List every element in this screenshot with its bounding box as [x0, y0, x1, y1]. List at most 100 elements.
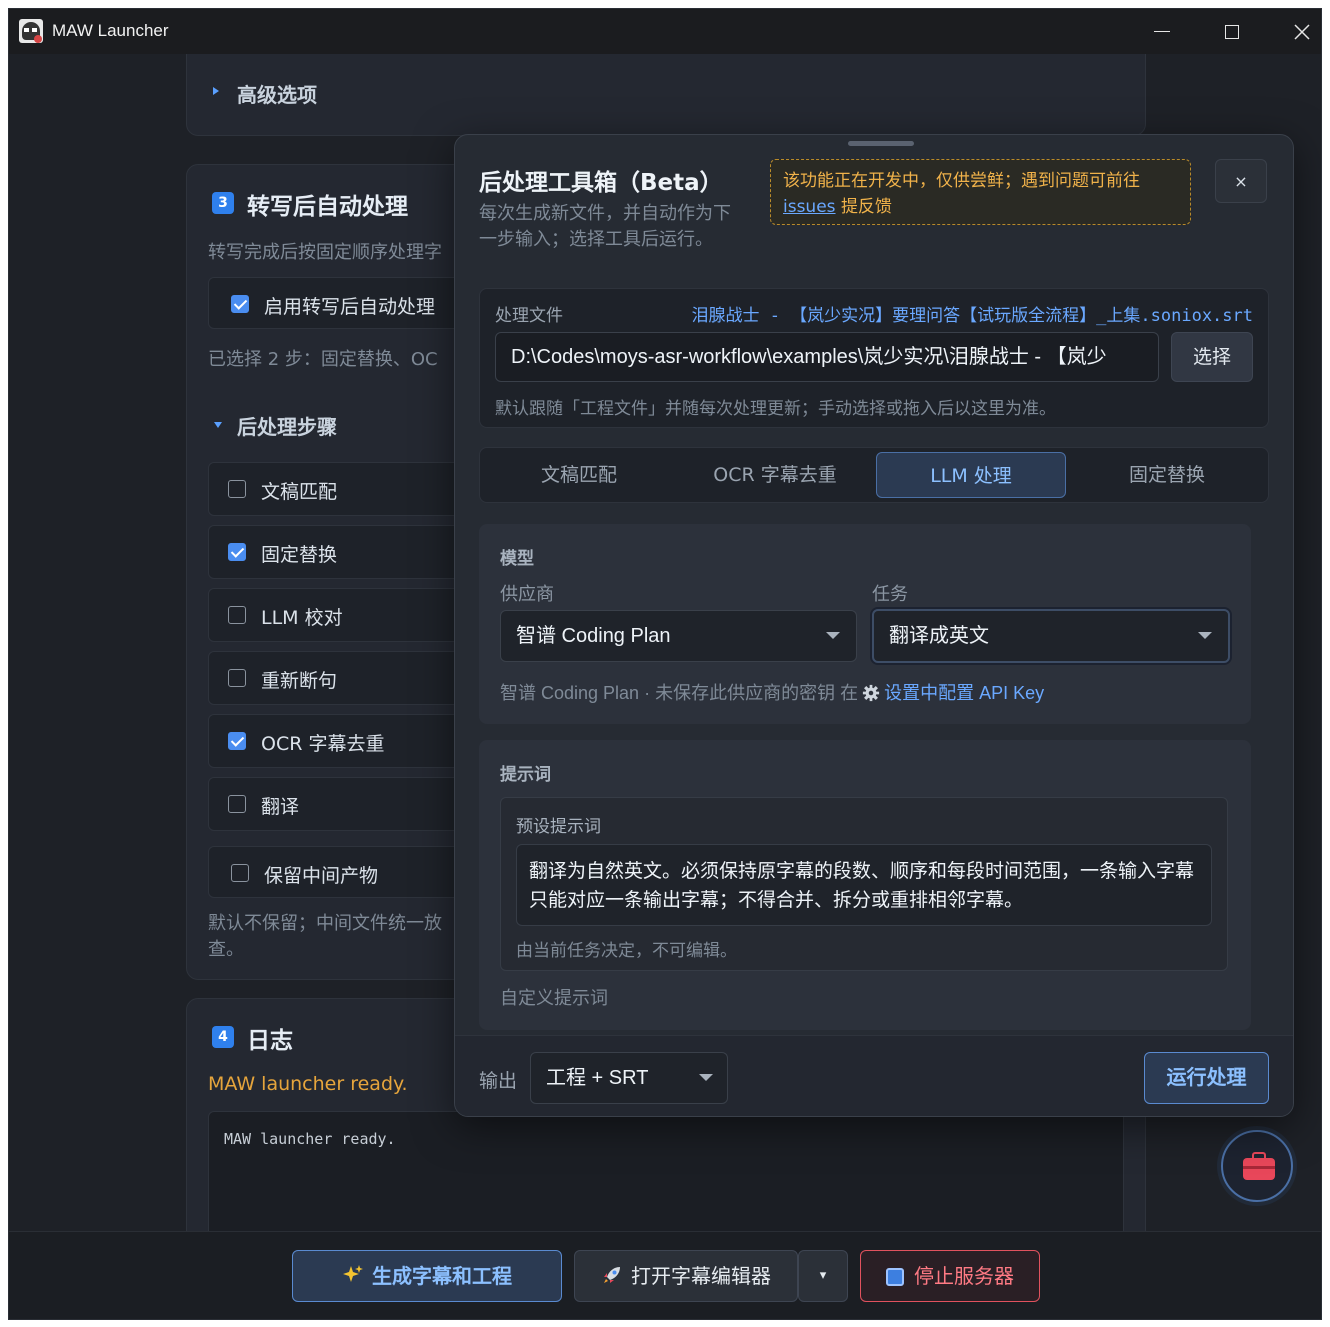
keep-intermediate-hint: 默认不保留；中间文件统一放 [208, 913, 442, 934]
file-section: 处理文件 泪腺战士 - 【岚少实况】要理问答【试玩版全流程】_上集.soniox… [479, 288, 1269, 428]
generate-subtitles-button[interactable]: 生成字幕和工程 [292, 1250, 562, 1302]
settings-api-key-link[interactable]: 设置中配置 API Key [884, 683, 1044, 703]
keep-intermediate-hint-cont: 查。 [208, 939, 244, 960]
keep-intermediate-label: 保留中间产物 [264, 865, 379, 887]
open-editor-dropdown[interactable]: ▾ [798, 1250, 848, 1302]
model-section-title: 模型 [500, 549, 534, 569]
minimize-icon [1154, 30, 1170, 33]
provider-label: 供应商 [500, 584, 554, 605]
preset-prompt-text: 翻译为自然英文。必须保持原字幕的段数、顺序和每段时间范围，一条输入字幕只能对应一… [516, 844, 1212, 926]
step-label: 重新断句 [261, 670, 338, 692]
checkbox-icon [228, 795, 246, 813]
checkbox-checked-icon [231, 295, 249, 313]
checkbox-icon [228, 606, 246, 624]
app-logo-icon [19, 19, 43, 43]
step-item[interactable]: OCR 字幕去重 [208, 714, 488, 768]
rocket-icon [604, 1267, 620, 1283]
choose-file-button[interactable]: 选择 [1171, 332, 1253, 382]
minimize-button[interactable] [1127, 9, 1197, 54]
model-section: 模型 供应商 任务 智谱 Coding Plan 翻译成英文 智谱 Coding… [479, 524, 1251, 724]
gear-icon [862, 684, 880, 702]
generate-subtitles-label: 生成字幕和工程 [372, 1264, 512, 1288]
step-label: LLM 校对 [261, 607, 343, 629]
tab-llm-process[interactable]: LLM 处理 [876, 452, 1066, 498]
step-label: 文稿匹配 [261, 481, 338, 503]
close-icon [1294, 23, 1310, 40]
close-icon: × [1234, 172, 1248, 191]
step-item[interactable]: 重新断句 [208, 651, 488, 705]
checkbox-checked-icon [228, 543, 246, 561]
tab-ocr-dedupe[interactable]: OCR 字幕去重 [680, 452, 870, 498]
panel-footer: 输出 工程 + SRT 运行处理 [455, 1035, 1293, 1116]
log-title: 日志 [247, 1028, 293, 1054]
output-value: 工程 + SRT [546, 1067, 649, 1089]
provider-select[interactable]: 智谱 Coding Plan [500, 610, 857, 662]
stop-server-button[interactable]: 停止服务器 [860, 1250, 1040, 1302]
api-key-hint: 智谱 Coding Plan · 未保存此供应商的密钥 在 设置中配置 API K… [500, 679, 1044, 705]
warning-suffix: 提反馈 [840, 197, 892, 217]
sparkles-icon [343, 1265, 363, 1282]
log-output[interactable]: MAW launcher ready. [208, 1111, 1124, 1231]
preset-prompt-hint: 由当前任务决定，不可编辑。 [516, 941, 737, 961]
steps-header[interactable]: 后处理步骤 [237, 411, 337, 440]
checkbox-icon [228, 480, 246, 498]
beta-warning: 该功能正在开发中，仅供尝鲜；遇到问题可前往 issues 提反馈 [770, 159, 1191, 225]
step-item[interactable]: 文稿匹配 [208, 462, 488, 516]
open-editor-button[interactable]: 打开字幕编辑器 [574, 1250, 798, 1302]
enable-auto-process-label: 启用转写后自动处理 [264, 296, 436, 318]
step-label: OCR 字幕去重 [261, 733, 385, 755]
selected-steps-summary: 已选择 2 步：固定替换、OC [208, 349, 438, 370]
step-item[interactable]: LLM 校对 [208, 588, 488, 642]
tool-tabs: 文稿匹配 OCR 字幕去重 LLM 处理 固定替换 [479, 447, 1269, 503]
preset-prompt-label: 预设提示词 [516, 817, 601, 837]
run-process-button[interactable]: 运行处理 [1144, 1052, 1269, 1104]
file-path-input[interactable]: D:\Codes\moys-asr-workflow\examples\岚少实况… [495, 332, 1159, 382]
chevron-down-icon [699, 1074, 713, 1081]
tab-script-match[interactable]: 文稿匹配 [484, 452, 674, 498]
stop-icon [886, 1268, 904, 1286]
task-label: 任务 [872, 584, 908, 605]
window-title: MAW Launcher [52, 21, 169, 40]
toolbox-button[interactable] [1221, 1130, 1293, 1202]
step-item[interactable]: 翻译 [208, 777, 488, 831]
bottom-action-bar: 生成字幕和工程 打开字幕编辑器 ▾ 停止服务器 [9, 1231, 1321, 1319]
output-select[interactable]: 工程 + SRT [530, 1052, 728, 1104]
prompt-section-title: 提示词 [500, 765, 551, 785]
prompt-section: 提示词 预设提示词 翻译为自然英文。必须保持原字幕的段数、顺序和每段时间范围，一… [479, 740, 1251, 1030]
task-value: 翻译成英文 [889, 625, 989, 647]
close-panel-button[interactable]: × [1215, 159, 1267, 203]
maximize-icon [1225, 24, 1239, 39]
main-content[interactable]: 高级选项 3 转写后自动处理 转写完成后按固定顺序处理字 启用转写后自动处理 已… [9, 54, 1321, 1231]
checkbox-icon [228, 669, 246, 687]
step-item[interactable]: 固定替换 [208, 525, 488, 579]
expand-arrow-icon [213, 87, 219, 95]
maximize-button[interactable] [1197, 9, 1267, 54]
stop-server-label: 停止服务器 [914, 1264, 1014, 1288]
log-output-text: MAW launcher ready. [224, 1130, 396, 1148]
advanced-options-label: 高级选项 [237, 83, 317, 107]
log-status: MAW launcher ready. [208, 1073, 408, 1095]
app-window: MAW Launcher 高级选项 3 转写后自动处理 转写完成后按固定顺序处理… [8, 8, 1322, 1320]
preset-prompt-box: 预设提示词 翻译为自然英文。必须保持原字幕的段数、顺序和每段时间范围，一条输入字… [500, 797, 1228, 971]
checkbox-icon [231, 864, 249, 882]
toolbox-description: 每次生成新文件，并自动作为下一步输入；选择工具后运行。 [479, 203, 731, 250]
issues-link[interactable]: issues [783, 197, 836, 217]
file-hint: 默认跟随「工程文件」并随每次处理更新；手动选择或拖入后以这里为准。 [495, 399, 1056, 419]
task-select[interactable]: 翻译成英文 [872, 609, 1230, 663]
chevron-down-icon [1198, 632, 1212, 639]
warning-text: 该功能正在开发中，仅供尝鲜；遇到问题可前往 [783, 171, 1140, 191]
toolbox-panel: 后处理工具箱（Beta） 每次生成新文件，并自动作为下一步输入；选择工具后运行。… [454, 134, 1294, 1117]
file-label: 处理文件 [495, 306, 563, 326]
title-bar: MAW Launcher [9, 9, 1321, 54]
close-window-button[interactable] [1267, 9, 1321, 54]
advanced-options-card[interactable]: 高级选项 [186, 54, 1146, 136]
checkbox-checked-icon [228, 732, 246, 750]
toolbox-title: 后处理工具箱（Beta） [479, 170, 723, 196]
tab-fixed-replace[interactable]: 固定替换 [1072, 452, 1262, 498]
step-4-badge: 4 [212, 1026, 234, 1048]
step-label: 固定替换 [261, 544, 338, 566]
collapse-arrow-icon [214, 422, 222, 428]
step-3-badge: 3 [212, 192, 234, 214]
drag-handle[interactable] [848, 141, 914, 146]
chevron-down-icon: ▾ [819, 1268, 827, 1283]
